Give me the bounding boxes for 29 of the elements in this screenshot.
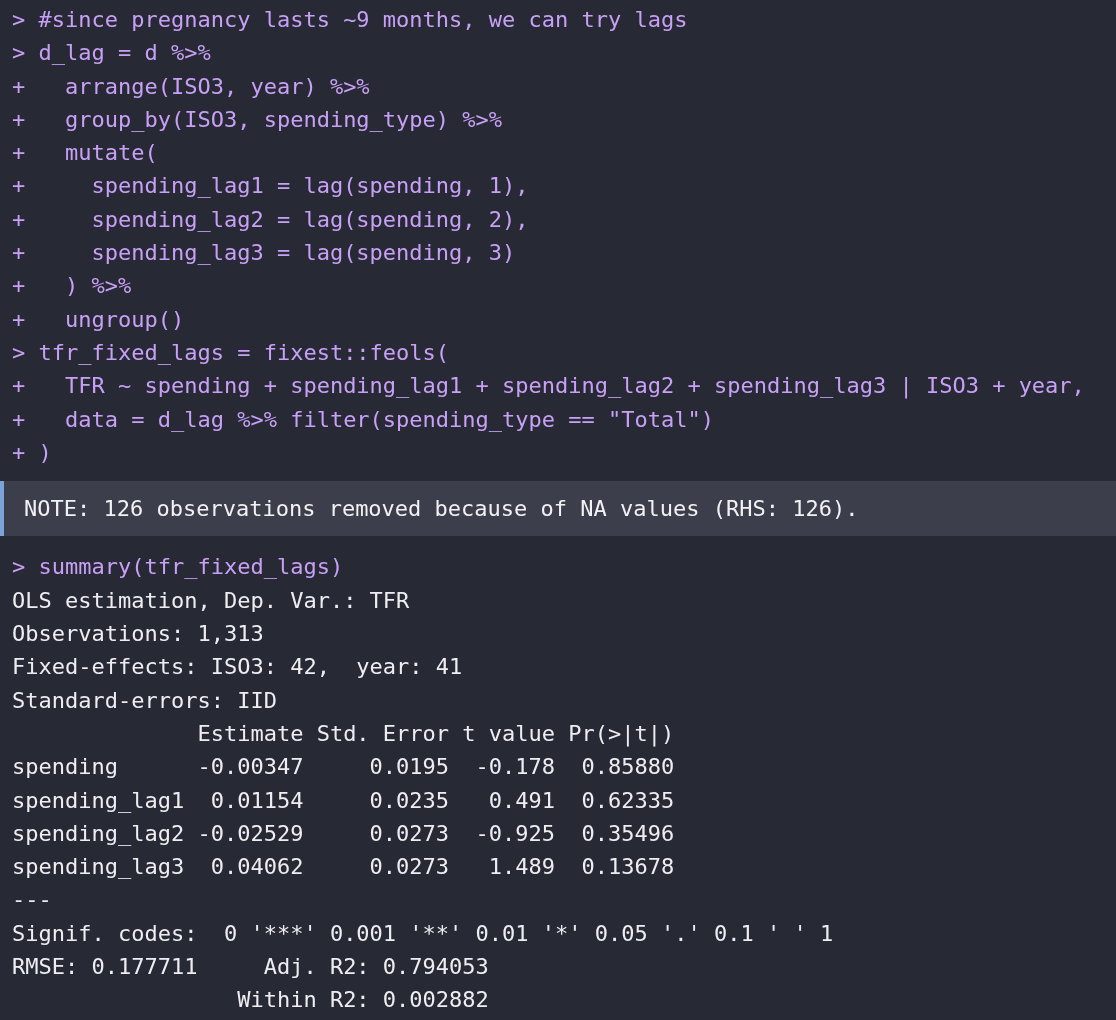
- output-line: Fixed-effects: ISO3: 42, year: 41: [12, 653, 464, 682]
- code-line: > tfr_fixed_lags = fixest::feols(: [12, 338, 451, 367]
- output-line: Within R2: 0.002882: [236, 986, 490, 1015]
- output-line: Estimate Std. Error t value Pr(>|t|): [196, 719, 676, 749]
- code-line: + mutate(: [12, 139, 159, 168]
- output-line: spending -0.00347 0.0195 -0.178 0.85880: [12, 753, 676, 782]
- output-line: ---: [12, 886, 53, 915]
- code-line: + ) %>%: [12, 272, 133, 301]
- output-line: Observations: 1,313: [12, 620, 265, 649]
- code-line: + TFR ~ spending + spending_lag1 + spending_lag2 + spending_lag3 | ISO3 + year,: [12, 372, 1086, 401]
- output-line: OLS estimation, Dep. Var.: TFR: [12, 586, 411, 615]
- output-line: Signif. codes: 0 '***' 0.001 '**' 0.01 '*' 0.05 '.' 0.1 ' ' 1: [12, 919, 835, 948]
- code-line: + group_by(ISO3, spending_type) %>%: [12, 105, 504, 134]
- output-line: spending_lag1 0.01154 0.0235 0.491 0.62335: [12, 786, 676, 815]
- code-line: > #since pregnancy lasts ~9 months, we can try lags: [12, 6, 689, 34]
- output-line: spending_lag2 -0.02529 0.0273 -0.925 0.35496: [12, 819, 676, 848]
- code-line: + spending_lag3 = lag(spending, 3): [12, 239, 517, 268]
- code-line: > summary(tfr_fixed_lags): [12, 553, 345, 582]
- code-line: + spending_lag2 = lag(spending, 2),: [12, 205, 530, 234]
- output-line: Standard-errors: IID: [12, 686, 278, 715]
- output-line: RMSE: 0.177711 Adj. R2: 0.794053: [12, 953, 490, 981]
- code-line: + spending_lag1 = lag(spending, 1),: [12, 172, 530, 201]
- code-line: + arrange(ISO3, year) %>%: [12, 72, 371, 101]
- note-text: NOTE: 126 observations removed because of NA values (RHS: 126).: [24, 495, 860, 524]
- code-line: + ungroup(): [12, 305, 186, 334]
- code-line: > d_lag = d %>%: [12, 39, 212, 68]
- code-line: + data = d_lag %>% filter(spending_type == "Total"): [12, 405, 715, 434]
- code-line: + ): [12, 438, 53, 467]
- output-line: spending_lag3 0.04062 0.0273 1.489 0.13678: [12, 853, 676, 882]
